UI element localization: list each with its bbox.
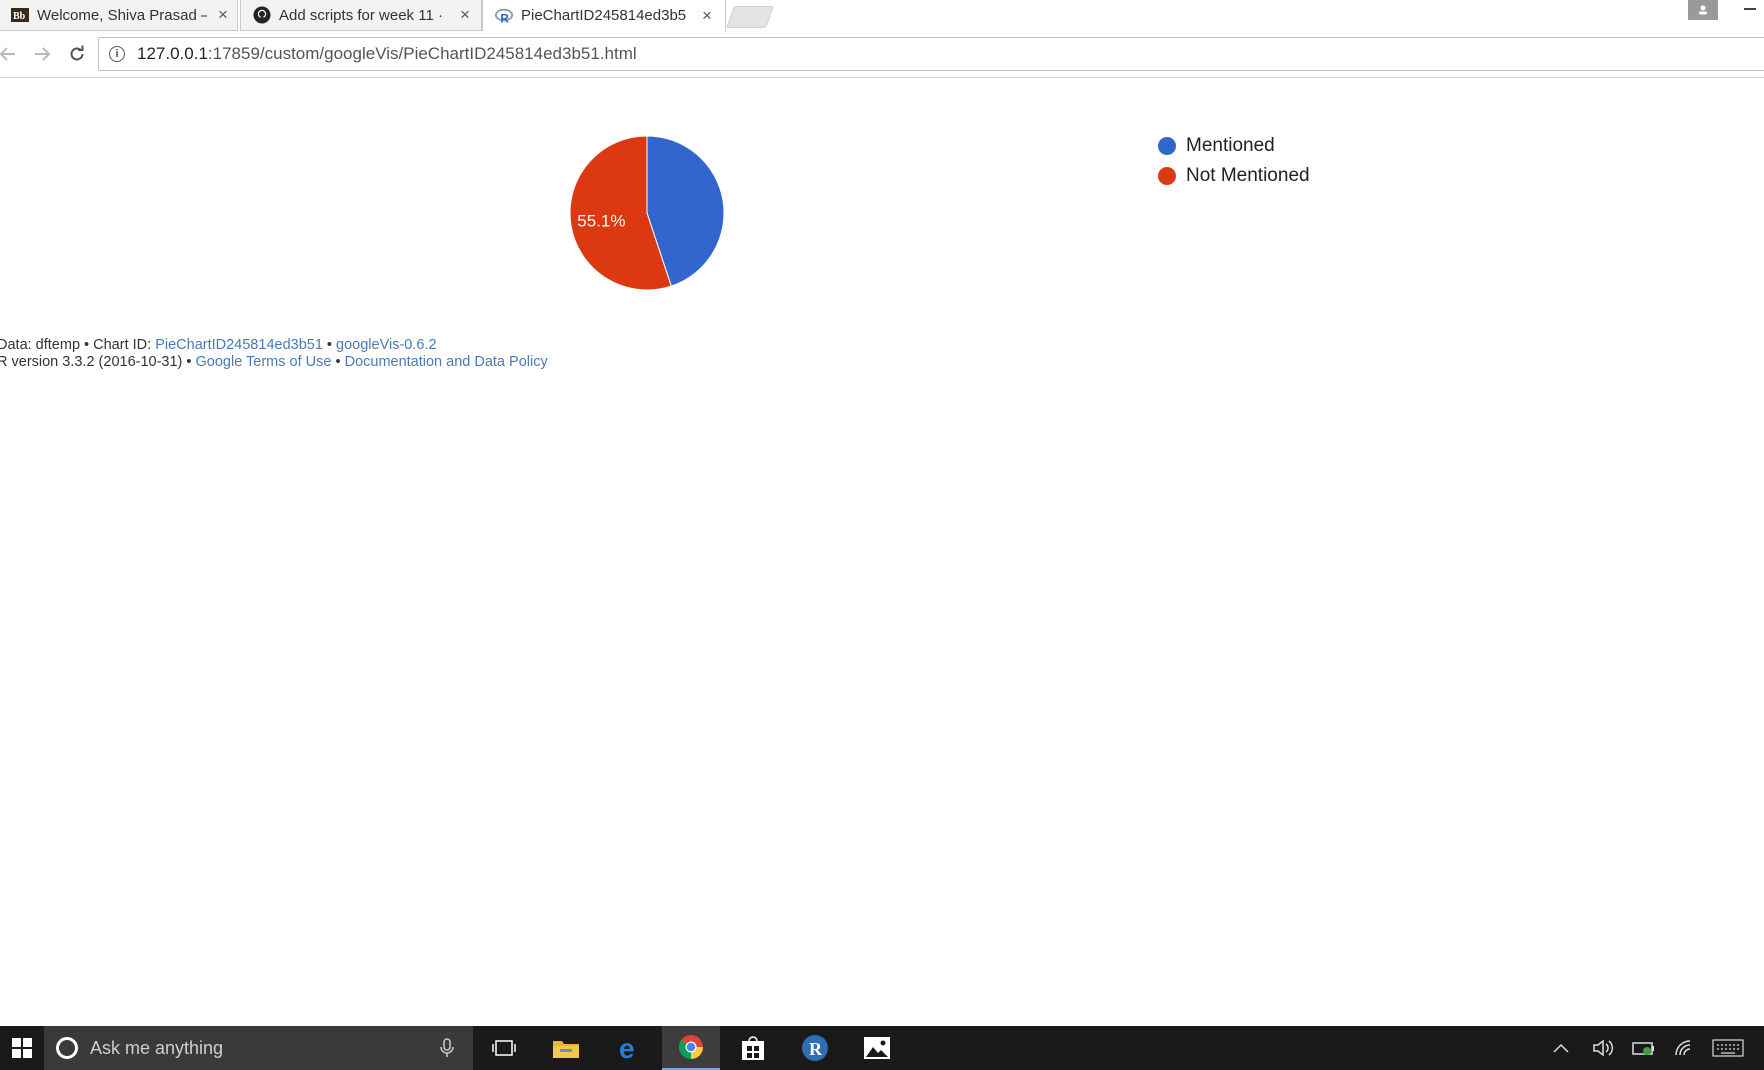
tab-title: Welcome, Shiva Prasad –: [37, 6, 207, 24]
svg-text:R: R: [809, 1039, 823, 1059]
tab-strip: Bb Welcome, Shiva Prasad – × Add scripts…: [0, 0, 1764, 33]
file-explorer-icon[interactable]: [537, 1026, 595, 1070]
tab-title: PieChartID245814ed3b5: [521, 7, 687, 24]
legend-item[interactable]: Not Mentioned: [1158, 161, 1310, 191]
chevron-up-icon[interactable]: [1552, 1026, 1570, 1070]
r-app-icon[interactable]: R: [786, 1026, 844, 1070]
cortana-icon: [56, 1037, 78, 1059]
url-host: 127.0.0.1: [137, 44, 208, 63]
forward-icon[interactable]: [30, 42, 54, 66]
profile-icon[interactable]: [1688, 0, 1718, 20]
data-policy-link[interactable]: Documentation and Data Policy: [345, 354, 548, 370]
svg-text:Bb: Bb: [13, 11, 26, 22]
footer-line-2: R version 3.3.2 (2016-10-31) • Google Te…: [0, 354, 548, 371]
tab-welcome[interactable]: Bb Welcome, Shiva Prasad – ×: [0, 0, 238, 31]
start-button[interactable]: [0, 1026, 44, 1070]
legend-swatch: [1158, 167, 1176, 185]
googlevis-version-link[interactable]: googleVis-0.6.2: [336, 337, 437, 353]
reload-icon[interactable]: [65, 42, 89, 66]
svg-text:e: e: [619, 1035, 635, 1061]
wifi-icon[interactable]: [1674, 1026, 1696, 1070]
footer-separator: •: [322, 337, 337, 353]
tab-piechart[interactable]: R PieChartID245814ed3b5 ×: [482, 0, 726, 32]
store-icon[interactable]: [724, 1026, 782, 1070]
url-path: :17859/custom/googleVis/PieChartID245814…: [207, 44, 637, 63]
google-terms-link[interactable]: Google Terms of Use: [196, 354, 332, 370]
browser-toolbar: i 127.0.0.1:17859/custom/googleVis/PieCh…: [0, 32, 1764, 78]
chart-footer: Data: dftemp • Chart ID: PieChartID24581…: [0, 337, 548, 371]
taskbar-search-box[interactable]: Ask me anything: [44, 1026, 473, 1070]
page-content: 55.1% Mentioned Not Mentioned Data: dftem…: [0, 78, 1764, 1026]
photos-icon[interactable]: [848, 1026, 906, 1070]
battery-icon[interactable]: [1632, 1026, 1656, 1070]
pie-slice-label: 55.1%: [577, 211, 625, 230]
blackboard-bb-icon: Bb: [11, 6, 29, 24]
svg-text:R: R: [500, 12, 509, 24]
task-view-icon[interactable]: [475, 1026, 533, 1070]
footer-data-text: Data: dftemp • Chart ID:: [0, 337, 156, 353]
chart-legend: Mentioned Not Mentioned: [1158, 131, 1310, 191]
pie-chart: 55.1%: [569, 135, 725, 291]
legend-label: Not Mentioned: [1186, 165, 1310, 186]
volume-icon[interactable]: [1592, 1026, 1614, 1070]
url-text: 127.0.0.1:17859/custom/googleVis/PieChar…: [137, 44, 637, 64]
search-placeholder: Ask me anything: [90, 1037, 224, 1058]
tab-title: Add scripts for week 11 ·: [279, 6, 443, 24]
close-icon[interactable]: ×: [457, 5, 473, 25]
footer-r-version-text: R version 3.3.2 (2016-10-31) •: [0, 354, 196, 370]
new-tab-button[interactable]: [725, 6, 775, 28]
chrome-icon[interactable]: [662, 1026, 720, 1070]
legend-item[interactable]: Mentioned: [1158, 131, 1310, 161]
github-icon: [253, 6, 271, 24]
close-icon[interactable]: ×: [215, 5, 231, 25]
keyboard-icon[interactable]: [1712, 1026, 1744, 1070]
edge-icon[interactable]: e: [600, 1026, 658, 1070]
footer-line-1: Data: dftemp • Chart ID: PieChartID24581…: [0, 337, 548, 354]
close-icon[interactable]: ×: [699, 6, 715, 26]
windows-logo-icon: [12, 1038, 32, 1058]
site-info-icon[interactable]: i: [109, 46, 125, 62]
r-logo-icon: R: [495, 7, 513, 25]
microphone-icon[interactable]: [440, 1038, 454, 1058]
address-bar[interactable]: i 127.0.0.1:17859/custom/googleVis/PieCh…: [98, 37, 1764, 71]
back-icon[interactable]: [0, 42, 20, 66]
legend-swatch: [1158, 137, 1176, 155]
footer-separator: •: [331, 354, 345, 370]
tab-github[interactable]: Add scripts for week 11 · ×: [240, 0, 482, 31]
legend-label: Mentioned: [1186, 135, 1275, 156]
minimize-icon[interactable]: [1744, 8, 1756, 10]
windows-taskbar: Ask me anything e R: [0, 1026, 1764, 1070]
chart-id-link[interactable]: PieChartID245814ed3b51: [155, 337, 323, 353]
